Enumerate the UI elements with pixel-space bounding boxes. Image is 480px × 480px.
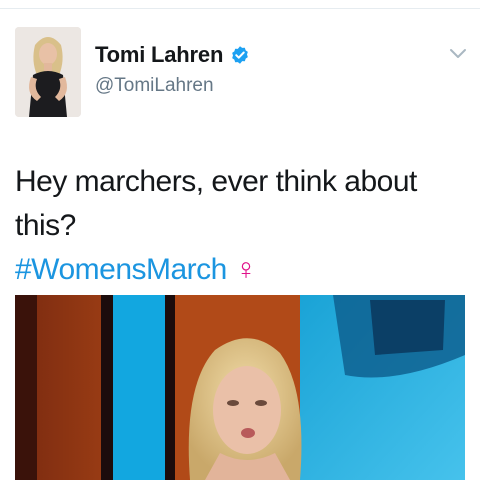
tweet-header-name[interactable]: Tomi Lahren	[95, 42, 250, 68]
avatar[interactable]	[15, 27, 81, 117]
tweet-media[interactable]	[15, 295, 465, 480]
female-sign-emoji: ♀	[234, 253, 258, 286]
user-handle[interactable]: @TomiLahren	[95, 75, 214, 97]
top-divider	[0, 0, 480, 9]
avatar-image	[15, 27, 81, 117]
tweet-text: Hey marchers, ever think about this? #Wo…	[15, 160, 470, 292]
hashtag-link[interactable]: #WomensMarch	[15, 253, 227, 286]
media-thumbnail	[15, 295, 465, 480]
verified-badge-icon	[232, 46, 249, 64]
display-name[interactable]: Tomi Lahren	[95, 42, 223, 68]
chevron-down-icon[interactable]	[448, 47, 468, 61]
tweet-body: Hey marchers, ever think about this?	[15, 165, 417, 242]
